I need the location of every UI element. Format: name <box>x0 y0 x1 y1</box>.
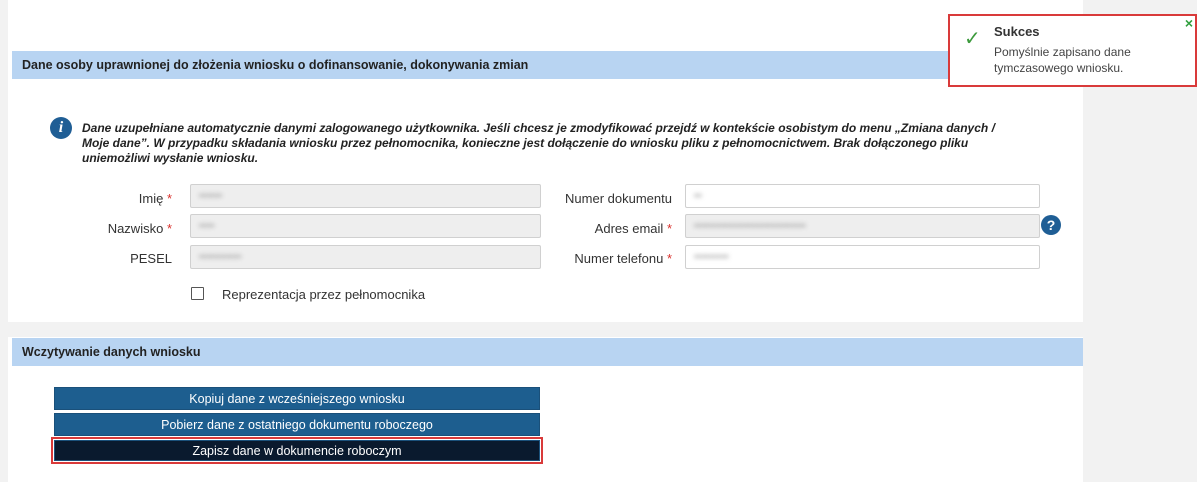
required-marker: * <box>666 221 672 236</box>
adres-email-field[interactable]: ••••••••••••••••••••••••••••• <box>685 214 1040 238</box>
save-draft-button[interactable]: Zapisz dane w dokumencie roboczym <box>51 437 543 464</box>
numer-telefonu-label: Numer telefonu * <box>574 251 672 266</box>
imie-field[interactable]: •••••• <box>190 184 541 208</box>
section-header-applicant: Dane osoby uprawnionej do złożenia wnios… <box>12 51 1083 79</box>
required-marker: * <box>166 221 172 236</box>
help-icon[interactable]: ? <box>1041 215 1061 235</box>
numer-dokumentu-label: Numer dokumentu <box>565 191 672 206</box>
check-icon: ✓ <box>964 28 981 50</box>
imie-label: Imię * <box>138 191 172 206</box>
close-icon[interactable]: × <box>1185 15 1193 31</box>
section-header-load-data: Wczytywanie danych wniosku <box>12 338 1083 366</box>
toast-message: Pomyślnie zapisano dane tymczasowego wni… <box>994 45 1131 75</box>
pesel-label: PESEL <box>130 251 172 266</box>
toast-title: Sukces <box>994 24 1040 39</box>
reprezentacja-label: Reprezentacja przez pełnomocnika <box>222 287 426 302</box>
reprezentacja-checkbox[interactable] <box>191 287 204 300</box>
load-draft-button[interactable]: Pobierz dane z ostatniego dokumentu robo… <box>54 413 540 436</box>
nazwisko-label: Nazwisko * <box>107 221 172 236</box>
info-icon: i <box>50 117 72 139</box>
adres-email-label: Adres email * <box>594 221 672 236</box>
required-marker: * <box>666 251 672 266</box>
nazwisko-field[interactable]: •••• <box>190 214 541 238</box>
required-marker: * <box>166 191 172 206</box>
success-toast: ✓ Sukces Pomyślnie zapisano dane tymczas… <box>948 14 1197 87</box>
numer-dokumentu-field[interactable]: •• <box>685 184 1040 208</box>
numer-telefonu-field[interactable]: ••••••••• <box>685 245 1040 269</box>
copy-previous-button[interactable]: Kopiuj dane z wcześniejszego wniosku <box>54 387 540 410</box>
info-text: Dane uzupełniane automatycznie danymi za… <box>82 121 995 165</box>
pesel-field[interactable]: ••••••••••• <box>190 245 541 269</box>
